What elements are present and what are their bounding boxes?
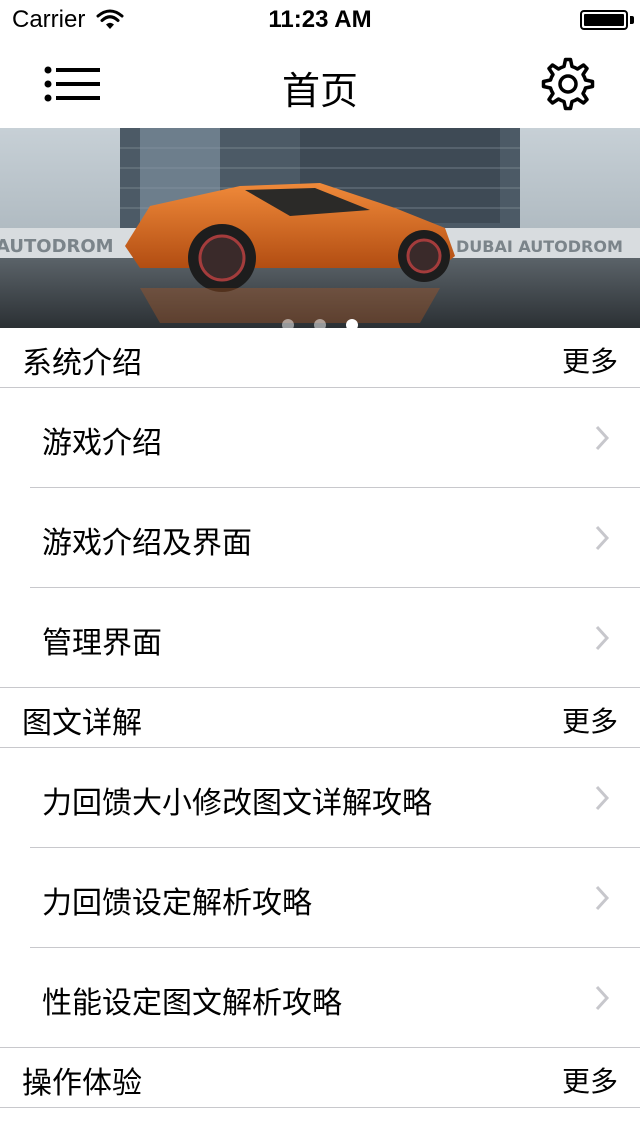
banner-carousel[interactable]: AUTODROM DUBAI AUTODROM [0,128,640,328]
battery-icon [580,10,628,30]
chevron-right-icon [595,425,610,451]
status-bar: Carrier 11:23 AM [0,0,640,40]
banner-sign-left: AUTODROM [0,236,114,257]
navigation-bar: 首页 [0,40,640,128]
battery-tip [630,16,634,24]
chevron-right-icon [595,985,610,1011]
status-time: 11:23 AM [268,6,372,33]
list-item[interactable]: 性能设定图文解析攻略 [0,948,640,1048]
section-title: 系统介绍 [22,346,142,381]
list-item[interactable]: 力回馈设定解析攻略 [0,848,640,948]
list-item[interactable]: 游戏介绍及界面 [0,488,640,588]
gear-icon[interactable] [538,54,598,114]
banner-image: AUTODROM DUBAI AUTODROM [0,128,640,328]
more-button[interactable]: 更多 [562,340,618,380]
section-header-graphic-guide: 图文详解 更多 [0,688,640,748]
list-item[interactable]: 力回馈大小修改图文详解攻略 [0,748,640,848]
chevron-right-icon [595,885,610,911]
list-item-label: 力回馈设定解析攻略 [42,886,312,921]
list-item[interactable]: 管理界面 [0,588,640,688]
banner-sign-right: DUBAI AUTODROM [456,237,623,256]
more-button[interactable]: 更多 [562,700,618,740]
list-item-label: 游戏介绍 [42,426,162,461]
section-title: 操作体验 [22,1066,142,1101]
list-item-label: 性能设定图文解析攻略 [42,986,342,1021]
more-button[interactable]: 更多 [562,1060,618,1100]
chevron-right-icon [595,625,610,651]
list-item-label: 管理界面 [42,626,162,661]
section-header-system-intro: 系统介绍 更多 [0,328,640,388]
list-item-label: 游戏介绍及界面 [42,526,252,561]
list-item[interactable]: 游戏介绍 [0,388,640,488]
chevron-right-icon [595,785,610,811]
chevron-right-icon [595,525,610,551]
section-title: 图文详解 [22,706,142,741]
list-item-label: 力回馈大小修改图文详解攻略 [42,786,432,821]
section-header-operation-experience: 操作体验 更多 [0,1048,640,1108]
